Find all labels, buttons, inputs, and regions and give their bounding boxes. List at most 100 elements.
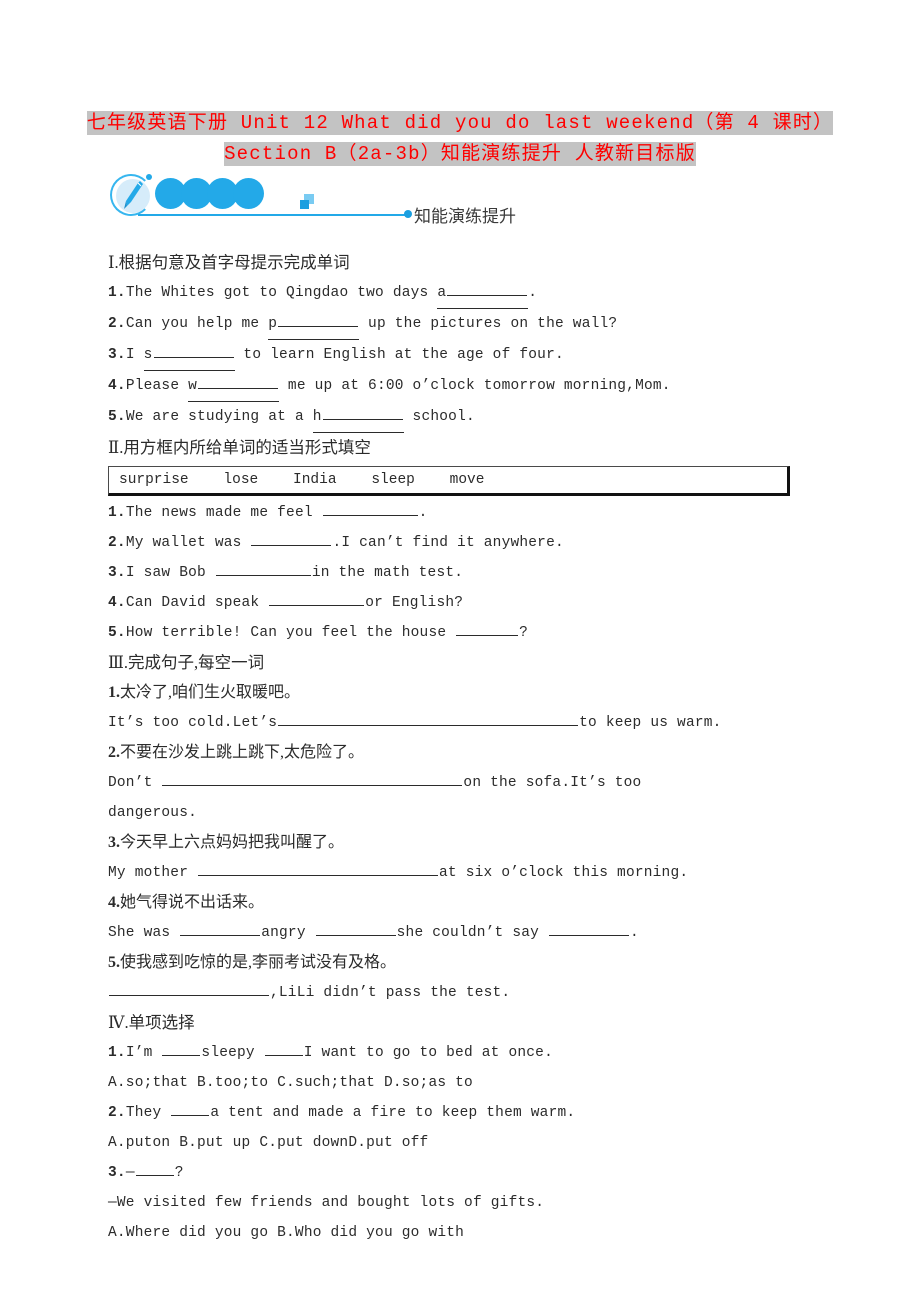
worksheet-page: 七年级英语下册 Unit 12 What did you do last wee… (0, 0, 920, 1302)
answer-blank[interactable]: w (188, 371, 280, 402)
answer-blank[interactable] (198, 861, 439, 876)
page-title-text-1: 七年级英语下册 Unit 12 What did you do last wee… (86, 111, 834, 135)
answer-blank[interactable] (322, 501, 418, 516)
blank-rule[interactable] (447, 281, 528, 296)
english-text-post: on the sofa.It’s too (463, 775, 642, 791)
answer-blank[interactable] (171, 1101, 210, 1116)
answer-blank[interactable] (456, 621, 519, 636)
question-text-post: me up at 6:00 o’clock tomorrow morning,M… (279, 378, 671, 394)
section-heading-3: Ⅲ.完成句子,每空一词 (108, 653, 265, 672)
question-item: 3.I s to learn English at the age of fou… (108, 340, 828, 371)
question-number: 1. (108, 684, 120, 701)
english-text-post: ,LiLi didn’t pass the test. (270, 985, 511, 1001)
answer-blank[interactable]: s (143, 340, 235, 371)
chinese-sentence: 太冷了,咱们生火取暖吧。 (120, 684, 301, 701)
answer-blank[interactable] (162, 771, 463, 786)
logo-dot-decoration (146, 174, 152, 180)
question-text-pre: Can David speak (125, 595, 269, 611)
chinese-sentence: 她气得说不出话来。 (120, 894, 265, 911)
question-number: 2. (108, 1105, 126, 1121)
question-text-post: .I can’t find it anywhere. (332, 535, 564, 551)
word-bank-text: surprise lose India sleep move (119, 472, 485, 488)
blank-rule[interactable] (198, 374, 279, 389)
answer-blank[interactable]: p (268, 309, 360, 340)
section-heading-1: Ⅰ.根据句意及首字母提示完成单词 (108, 253, 350, 272)
question-text-post: ? (174, 1165, 184, 1181)
blank-rule[interactable] (153, 343, 234, 358)
section-heading-4: Ⅳ.单项选择 (108, 1013, 195, 1032)
question-text-pre: I’m (125, 1045, 162, 1061)
answer-blank[interactable] (180, 921, 261, 936)
worksheet-content: Ⅰ.根据句意及首字母提示完成单词 1. The Whites got to Qin… (108, 248, 828, 1248)
question-text-post: a tent and made a fire to keep them warm… (210, 1105, 576, 1121)
logo-end-dot-icon (404, 210, 412, 218)
question-item: 5.We are studying at a h school. (108, 402, 828, 433)
answer-blank[interactable] (135, 1161, 174, 1176)
question-number: 2. (108, 535, 126, 551)
question-prompt-chinese: 2.不要在沙发上跳上跳下,太危险了。 (108, 738, 828, 768)
chinese-sentence: 今天早上六点妈妈把我叫醒了。 (120, 834, 345, 851)
page-title-line-2: Section B（2a-3b）知能演练提升 人教新目标版 (0, 139, 920, 170)
logo-label: 知能演练提升 (414, 207, 516, 226)
question-answer-line: It’s too cold.Let’s to keep us warm. (108, 708, 828, 738)
english-text-post: . (629, 925, 639, 941)
question-text-pre: Please (125, 378, 189, 394)
question-answer-line: Don’t on the sofa.It’s too (108, 768, 828, 798)
question-item: 3.I saw Bob in the math test. (108, 558, 828, 588)
page-title: 七年级英语下册 Unit 12 What did you do last wee… (0, 108, 920, 170)
question-text-pre: We are studying at a (125, 409, 313, 425)
page-title-text-2: Section B（2a-3b）知能演练提升 人教新目标版 (224, 142, 696, 166)
answer-blank[interactable] (269, 591, 365, 606)
question-item: 2.Can you help me p up the pictures on t… (108, 309, 828, 340)
question-number: 3. (108, 834, 120, 851)
english-text-post: at six o’clock this morning. (439, 865, 689, 881)
choice-list[interactable]: A.puton B.put up C.put downD.put off (108, 1128, 828, 1158)
answer-blank[interactable] (548, 921, 629, 936)
answer-blank[interactable] (109, 981, 269, 996)
question-text-pre: Can you help me (125, 316, 269, 332)
question-text-pre: They (125, 1105, 171, 1121)
question-number: 3. (108, 1165, 126, 1181)
hint-letter: p (268, 316, 278, 332)
question-item: 4.Can David speak or English? (108, 588, 828, 618)
question-number: 4. (108, 595, 126, 611)
question-text-post: school. (403, 409, 475, 425)
answer-blank[interactable] (162, 1041, 201, 1056)
choice-list[interactable]: A.so;that B.too;to C.such;that D.so;as t… (108, 1068, 828, 1098)
english-text-post: to keep us warm. (579, 715, 722, 731)
section-heading-2: Ⅱ.用方框内所给单词的适当形式填空 (108, 438, 371, 457)
choice-list[interactable]: A.Where did you go B.Who did you go with (108, 1218, 828, 1248)
answer-blank[interactable] (215, 561, 311, 576)
question-number: 4. (108, 894, 120, 911)
question-prompt-chinese: 4.她气得说不出话来。 (108, 888, 828, 918)
answer-blank[interactable] (264, 1041, 303, 1056)
blank-rule[interactable] (322, 405, 403, 420)
logo-square-dark-icon (300, 200, 309, 209)
hint-letter: a (437, 285, 447, 301)
blank-rule[interactable] (278, 312, 359, 327)
question-text-post: ? (519, 625, 529, 641)
answer-blank[interactable]: a (437, 278, 529, 309)
english-text-mid-2: she couldn’t say (396, 925, 548, 941)
answer-blank[interactable] (278, 711, 579, 726)
question-item: 2.My wallet was .I can’t find it anywher… (108, 528, 828, 558)
question-number: 4. (108, 378, 126, 394)
question-text-post: or English? (365, 595, 464, 611)
question-text-post: . (528, 285, 538, 301)
page-title-line-1: 七年级英语下册 Unit 12 What did you do last wee… (0, 108, 920, 139)
question-text-post: to learn English at the age of four. (234, 347, 564, 363)
answer-blank[interactable]: h (312, 402, 404, 433)
answer-blank[interactable] (315, 921, 396, 936)
question-answer-line: ,LiLi didn’t pass the test. (108, 978, 828, 1008)
question-prompt-chinese: 3.今天早上六点妈妈把我叫醒了。 (108, 828, 828, 858)
english-text-pre: My mother (108, 865, 198, 881)
question-text-pre: The Whites got to Qingdao two days (125, 285, 438, 301)
answer-blank[interactable] (251, 531, 332, 546)
question-text-mid: sleepy (201, 1045, 264, 1061)
question-text-pre: — (125, 1165, 135, 1181)
question-number: 1. (108, 1045, 126, 1061)
question-text-post: up the pictures on the wall? (359, 316, 618, 332)
question-text-pre: The news made me feel (125, 505, 322, 521)
question-text-post: . (418, 505, 428, 521)
paintbrush-icon (124, 181, 143, 209)
